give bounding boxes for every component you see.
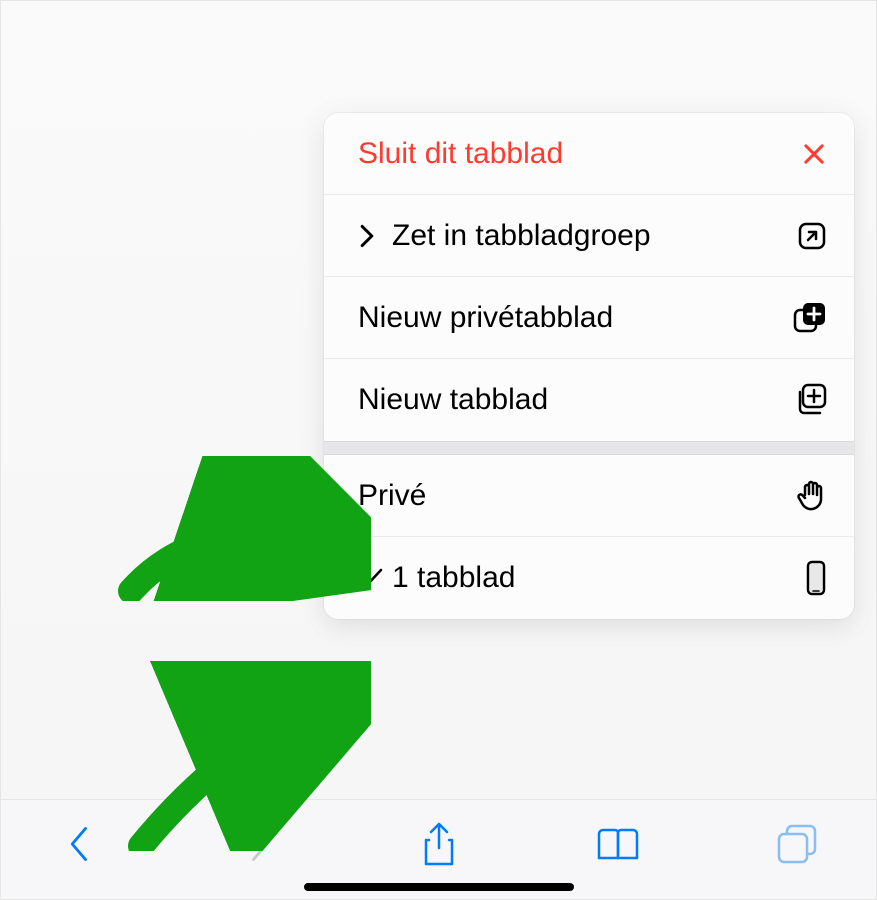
- private-tab-group-menu-item[interactable]: Privé: [324, 455, 854, 537]
- private-tab-group-label: Privé: [358, 479, 784, 513]
- bookmarks-button[interactable]: [591, 817, 645, 871]
- new-tab-menu-item[interactable]: Nieuw tabblad: [324, 359, 854, 441]
- home-indicator: [304, 883, 574, 891]
- tabs-button[interactable]: [770, 817, 824, 871]
- close-tab-label: Sluit dit tabblad: [358, 137, 784, 171]
- forward-button[interactable]: [232, 817, 286, 871]
- one-tab-group-label: 1 tabblad: [392, 561, 784, 595]
- tabs-context-menu: Sluit dit tabblad Zet in tabbladgroep Ni…: [324, 113, 854, 619]
- close-tab-menu-item[interactable]: Sluit dit tabblad: [324, 113, 854, 195]
- menu-section-divider: [324, 441, 854, 455]
- iphone-icon: [784, 560, 828, 596]
- new-tab-label: Nieuw tabblad: [358, 383, 784, 417]
- open-in-new-icon: [784, 220, 828, 252]
- move-to-tab-group-label: Zet in tabbladgroep: [392, 219, 784, 253]
- checkmark-icon: [358, 566, 386, 590]
- share-button[interactable]: [412, 817, 466, 871]
- plus-square-fill-on-square-icon: [784, 300, 828, 336]
- chevron-right-icon: [358, 224, 386, 248]
- move-to-tab-group-menu-item[interactable]: Zet in tabbladgroep: [324, 195, 854, 277]
- one-tab-group-menu-item[interactable]: 1 tabblad: [324, 537, 854, 619]
- new-private-tab-label: Nieuw privétabblad: [358, 301, 784, 335]
- close-icon: [784, 140, 828, 168]
- hand-raised-icon: [784, 478, 828, 514]
- plus-square-on-square-icon: [784, 382, 828, 418]
- back-button[interactable]: [53, 817, 107, 871]
- new-private-tab-menu-item[interactable]: Nieuw privétabblad: [324, 277, 854, 359]
